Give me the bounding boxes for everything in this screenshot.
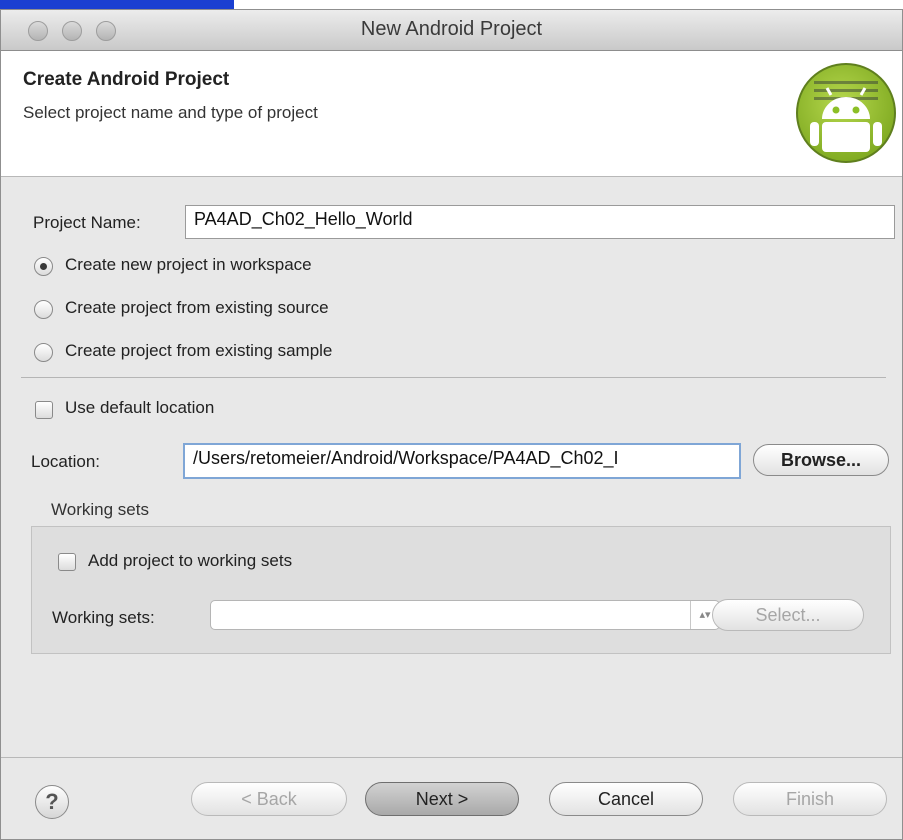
select-working-sets-button[interactable]: Select... — [712, 599, 864, 631]
working-sets-group-label: Working sets — [51, 500, 149, 519]
use-default-location-checkbox[interactable] — [35, 401, 53, 419]
add-to-working-sets-checkbox[interactable] — [58, 553, 76, 571]
location-label: Location: — [31, 452, 100, 471]
radio-existing-source-label[interactable]: Create project from existing source — [65, 298, 329, 318]
banner-title: Create Android Project — [23, 69, 230, 90]
radio-new-project-label[interactable]: Create new project in workspace — [65, 255, 312, 275]
radio-existing-sample-label[interactable]: Create project from existing sample — [65, 341, 332, 361]
use-default-location-label[interactable]: Use default location — [65, 398, 214, 418]
finish-button[interactable]: Finish — [733, 782, 887, 816]
add-to-working-sets-label[interactable]: Add project to working sets — [88, 551, 292, 571]
project-name-label: Project Name: — [33, 213, 141, 232]
project-name-input[interactable]: PA4AD_Ch02_Hello_World — [185, 205, 895, 239]
working-sets-group: Add project to working sets Working sets… — [31, 526, 891, 654]
radio-new-project[interactable] — [34, 257, 53, 276]
new-project-dialog: New Android Project Create Android Proje… — [0, 9, 903, 840]
radio-existing-sample[interactable] — [34, 343, 53, 362]
back-button[interactable]: < Back — [191, 782, 347, 816]
banner-description: Select project name and type of project — [23, 103, 318, 122]
help-icon[interactable]: ? — [35, 785, 69, 819]
working-sets-label: Working sets: — [52, 608, 155, 627]
footer-divider — [1, 757, 902, 758]
next-button[interactable]: Next > — [365, 782, 519, 816]
section-divider — [21, 377, 886, 378]
cancel-button[interactable]: Cancel — [549, 782, 703, 816]
wizard-banner: Create Android Project Select project na… — [1, 51, 902, 177]
window-title: New Android Project — [360, 18, 543, 40]
title-bar: New Android Project — [1, 10, 902, 51]
wizard-content: Project Name: PA4AD_Ch02_Hello_World Cre… — [1, 177, 902, 757]
working-sets-combo[interactable]: ▴▾ — [210, 600, 720, 630]
radio-existing-source[interactable] — [34, 300, 53, 319]
location-input[interactable]: /Users/retomeier/Android/Workspace/PA4AD… — [183, 443, 741, 479]
browse-button[interactable]: Browse... — [753, 444, 889, 476]
top-link-underline[interactable] — [0, 0, 234, 9]
android-logo-icon — [796, 63, 896, 163]
